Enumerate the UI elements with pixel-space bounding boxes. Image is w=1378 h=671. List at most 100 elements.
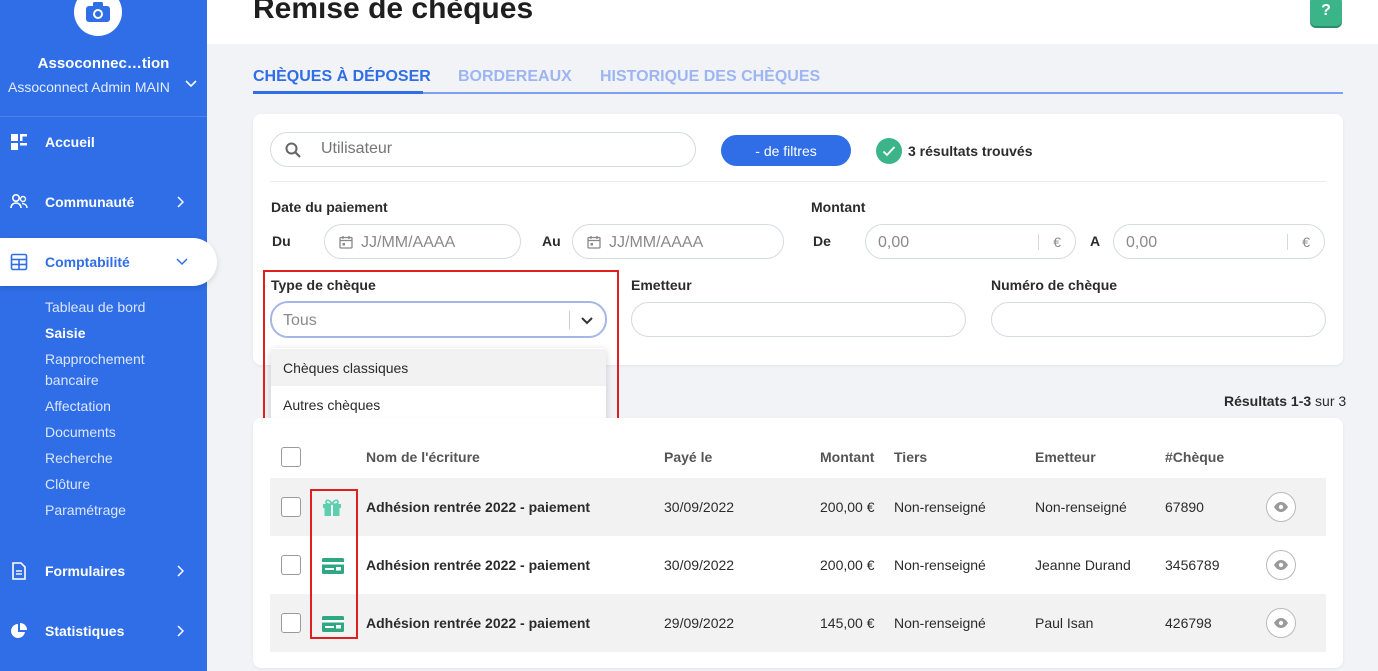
- from-label: Du: [272, 233, 291, 249]
- column-header-amount[interactable]: Montant: [820, 449, 874, 465]
- nav-forms[interactable]: Formulaires: [0, 551, 207, 591]
- row-checkbox[interactable]: [281, 613, 301, 633]
- check-number: 426798: [1165, 615, 1212, 631]
- date-placeholder: JJ/MM/AAAA: [361, 234, 456, 251]
- column-header-issuer[interactable]: Emetteur: [1035, 449, 1096, 465]
- sub-closing[interactable]: Clôture: [45, 476, 90, 492]
- amount-label: Montant: [811, 199, 866, 215]
- help-button[interactable]: ?: [1310, 0, 1342, 26]
- column-header-check-number[interactable]: #Chèque: [1165, 449, 1224, 465]
- logo[interactable]: [74, 0, 122, 36]
- calendar-icon: [587, 236, 601, 249]
- sub-settings[interactable]: Paramétrage: [45, 502, 126, 518]
- nav-accounting[interactable]: Comptabilité: [0, 238, 217, 286]
- nav-community[interactable]: Communauté: [0, 182, 207, 222]
- chevron-down-icon[interactable]: [579, 312, 595, 328]
- payment-date: 30/09/2022: [664, 499, 735, 515]
- dashboard-icon: [11, 134, 27, 150]
- date-to-field[interactable]: JJ/MM/AAAA: [572, 224, 784, 259]
- issuer: Jeanne Durand: [1035, 557, 1131, 573]
- tab-checks-to-deposit[interactable]: CHÈQUES À DÉPOSER: [253, 68, 431, 86]
- row-checkbox[interactable]: [281, 497, 301, 517]
- amount-value: 0,00: [1126, 234, 1158, 251]
- divider: [1038, 234, 1039, 250]
- sub-reconciliation[interactable]: Rapprochement: [45, 351, 145, 367]
- divider: [569, 311, 570, 329]
- date-from-field[interactable]: JJ/MM/AAAA: [324, 224, 521, 259]
- org-account[interactable]: Assoconnect Admin MAIN: [8, 79, 170, 95]
- payment-date: 30/09/2022: [664, 557, 735, 573]
- check-circle-icon: [876, 138, 902, 164]
- eye-icon: [1274, 618, 1288, 628]
- column-header-name[interactable]: Nom de l'écriture: [366, 449, 480, 465]
- org-name: Assoconnec…tion: [37, 55, 170, 72]
- eye-icon: [1274, 502, 1288, 512]
- tab-slips[interactable]: BORDEREAUX: [458, 68, 572, 86]
- chevron-right-icon: [177, 196, 184, 208]
- third-party: Non-renseigné: [894, 499, 986, 515]
- sub-entry[interactable]: Saisie: [45, 325, 85, 341]
- chevron-right-icon: [177, 625, 184, 637]
- search-box[interactable]: [270, 132, 696, 167]
- amount-from-field[interactable]: 0,00 €: [865, 224, 1076, 259]
- tab-indicator: [253, 91, 423, 94]
- tab-history[interactable]: HISTORIQUE DES CHÈQUES: [600, 68, 820, 86]
- check-card-icon: [322, 558, 344, 574]
- check-number: 3456789: [1165, 557, 1220, 573]
- issuer-field[interactable]: [631, 302, 966, 337]
- divider: [0, 116, 207, 117]
- payment-date-label: Date du paiement: [271, 199, 388, 215]
- chevron-down-icon[interactable]: [185, 80, 197, 88]
- search-input[interactable]: [321, 140, 681, 158]
- check-type-dropdown: Chèques classiques Autres chèques: [271, 348, 606, 426]
- sub-search[interactable]: Recherche: [45, 450, 113, 466]
- nav-label: Formulaires: [45, 563, 126, 579]
- less-filters-button[interactable]: - de filtres: [721, 135, 851, 166]
- row-checkbox[interactable]: [281, 555, 301, 575]
- select-all-checkbox[interactable]: [281, 447, 301, 467]
- amount-from-label: De: [813, 233, 831, 249]
- sub-dashboard[interactable]: Tableau de bord: [45, 299, 145, 315]
- divider: [1287, 234, 1288, 250]
- check-type-label: Type de chèque: [271, 277, 376, 293]
- sub-allocation[interactable]: Affectation: [45, 398, 111, 414]
- issuer: Paul Isan: [1035, 615, 1094, 631]
- view-button[interactable]: [1266, 550, 1296, 580]
- view-button[interactable]: [1266, 608, 1296, 638]
- check-number-field[interactable]: [991, 302, 1326, 337]
- option-classic-checks[interactable]: Chèques classiques: [271, 349, 606, 386]
- nav-home[interactable]: Accueil: [0, 122, 207, 162]
- currency-label: €: [1302, 234, 1310, 250]
- issuer: Non-renseigné: [1035, 499, 1127, 515]
- amount: 145,00 €: [820, 615, 875, 631]
- view-button[interactable]: [1266, 492, 1296, 522]
- check-type-select[interactable]: Tous: [270, 301, 607, 338]
- entry-name: Adhésion rentrée 2022 - paiement: [366, 499, 591, 515]
- to-label: Au: [542, 233, 561, 249]
- gift-icon: [323, 499, 341, 516]
- amount-to-label: A: [1090, 233, 1101, 249]
- amount-value: 0,00: [878, 234, 910, 251]
- sub-reconciliation-line2[interactable]: bancaire: [45, 372, 99, 388]
- results-found: 3 résultats trouvés: [908, 143, 1033, 159]
- calendar-icon: [339, 236, 353, 249]
- search-icon: [285, 142, 301, 158]
- document-icon: [12, 562, 26, 580]
- sub-documents[interactable]: Documents: [45, 424, 116, 440]
- sidebar: Assoconnec…tion Assoconnect Admin MAIN A…: [0, 0, 217, 671]
- nav-stats[interactable]: Statistiques: [0, 611, 207, 651]
- camera-icon: [86, 2, 110, 22]
- check-number: 67890: [1165, 499, 1204, 515]
- check-card-icon: [322, 616, 344, 632]
- page-title: Remise de chèques: [253, 0, 534, 25]
- chevron-right-icon: [177, 565, 184, 577]
- column-header-date[interactable]: Payé le: [664, 449, 712, 465]
- nav-label: Communauté: [45, 194, 135, 210]
- calculator-icon: [10, 253, 28, 271]
- column-header-third-party[interactable]: Tiers: [894, 449, 927, 465]
- entry-name: Adhésion rentrée 2022 - paiement: [366, 557, 591, 573]
- chevron-down-icon: [176, 258, 188, 266]
- amount-to-field[interactable]: 0,00 €: [1113, 224, 1325, 259]
- results-range: Résultats 1-3: [1224, 393, 1312, 409]
- users-icon: [10, 193, 28, 209]
